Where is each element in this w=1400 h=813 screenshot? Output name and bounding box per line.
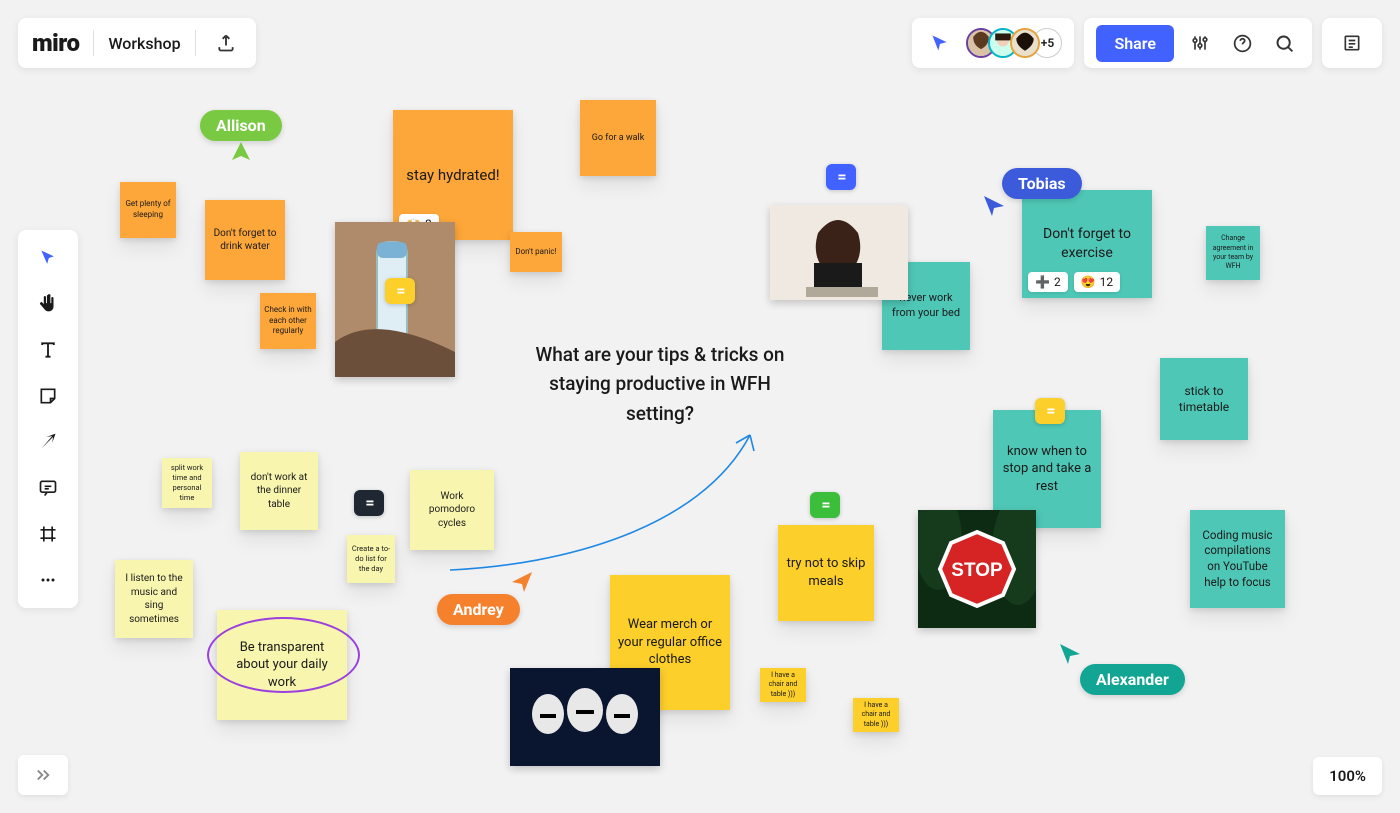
collaborator-cursor-tobias: Tobias <box>1002 168 1082 199</box>
notes-icon[interactable] <box>1336 27 1368 59</box>
tool-pan[interactable] <box>30 290 66 318</box>
top-right-group: +5 Share <box>912 18 1382 68</box>
comment-icon[interactable]: = <box>826 164 856 190</box>
image-person-laptop[interactable] <box>770 205 908 300</box>
cursor-pointer-icon <box>984 196 1006 218</box>
sticky-note[interactable]: Don't panic! <box>510 232 562 272</box>
tool-more[interactable] <box>30 566 66 594</box>
sticky-note[interactable]: stick to timetable <box>1160 358 1248 440</box>
sticky-text: stay hydrated! <box>406 165 499 185</box>
svg-text:STOP: STOP <box>951 560 1003 581</box>
share-button[interactable]: Share <box>1096 25 1174 62</box>
sticky-note[interactable]: don't work at the dinner table <box>240 452 318 530</box>
sticky-note[interactable]: split work time and personal time <box>162 458 212 508</box>
image-stormtroopers[interactable] <box>510 668 660 766</box>
comment-icon[interactable]: = <box>354 490 384 516</box>
expand-panel-button[interactable] <box>18 755 68 795</box>
collaborators-panel: +5 <box>912 18 1074 68</box>
collaborator-cursor-allison: Allison <box>200 110 282 141</box>
sticky-note[interactable]: Check in with each other regularly <box>260 293 316 349</box>
tool-sticky[interactable] <box>30 382 66 410</box>
tool-text[interactable] <box>30 336 66 364</box>
export-icon[interactable] <box>210 27 242 59</box>
divider <box>93 30 94 56</box>
image-stop-sign[interactable]: STOP <box>918 510 1036 628</box>
miro-logo[interactable]: miro <box>32 29 79 57</box>
sticky-note[interactable]: Don't forget to drink water <box>205 200 285 280</box>
help-icon[interactable] <box>1226 27 1258 59</box>
sticky-note[interactable]: I have a chair and table ))) <box>760 668 806 702</box>
central-question[interactable]: What are your tips & tricks on staying p… <box>530 340 790 428</box>
board-name[interactable]: Workshop <box>108 34 180 53</box>
comment-icon[interactable]: = <box>1035 398 1065 424</box>
canvas[interactable]: What are your tips & tricks on staying p… <box>0 0 1400 813</box>
tool-comment[interactable] <box>30 474 66 502</box>
comment-icon[interactable]: = <box>810 492 840 518</box>
tool-arrow[interactable] <box>30 428 66 456</box>
facilitation-icon[interactable] <box>924 27 956 59</box>
sticky-note[interactable]: I listen to the music and sing sometimes <box>115 560 193 638</box>
sticky-note[interactable]: try not to skip meals <box>778 525 874 621</box>
sticky-note[interactable]: Go for a walk <box>580 100 656 176</box>
cursor-pointer-icon <box>230 142 252 168</box>
collaborator-cursor-alexander: Alexander <box>1080 664 1185 695</box>
settings-icon[interactable] <box>1184 27 1216 59</box>
collaborator-cursor-andrey: Andrey <box>437 594 520 625</box>
zoom-level[interactable]: 100% <box>1313 757 1382 795</box>
left-toolbar <box>18 230 78 608</box>
sticky-text: Wear merch or your regular office clothe… <box>618 616 722 669</box>
board-header: miro Workshop <box>18 18 256 68</box>
reaction-pill[interactable]: ➕2 <box>1028 272 1068 292</box>
search-icon[interactable] <box>1268 27 1300 59</box>
sticky-note[interactable]: Work pomodoro cycles <box>410 470 494 550</box>
cursor-pointer-icon <box>512 572 534 594</box>
sticky-note[interactable]: Create a to-do list for the day <box>347 535 395 583</box>
activity-panel <box>1322 18 1382 68</box>
tool-select[interactable] <box>30 244 66 272</box>
reaction-pill[interactable]: 😍12 <box>1074 272 1120 292</box>
sticky-note[interactable]: Coding music compilations on YouTube hel… <box>1190 510 1285 608</box>
tool-frame[interactable] <box>30 520 66 548</box>
ellipse-annotation[interactable] <box>207 617 360 693</box>
divider <box>195 30 196 56</box>
sticky-note[interactable]: Get plenty of sleeping <box>120 182 176 238</box>
comment-icon[interactable]: = <box>385 278 415 304</box>
sticky-text: Don't forget to exercise <box>1030 225 1144 263</box>
sticky-note[interactable]: stay hydrated! 🙌8 <box>393 110 513 240</box>
sticky-note[interactable]: Don't forget to exercise ➕2 😍12 <box>1022 190 1152 298</box>
sticky-note[interactable]: Change agreement in your team by WFH <box>1206 226 1260 280</box>
sticky-note[interactable]: I have a chair and table ))) <box>853 698 899 732</box>
cursor-pointer-icon <box>1060 644 1082 666</box>
actions-panel: Share <box>1084 18 1312 68</box>
